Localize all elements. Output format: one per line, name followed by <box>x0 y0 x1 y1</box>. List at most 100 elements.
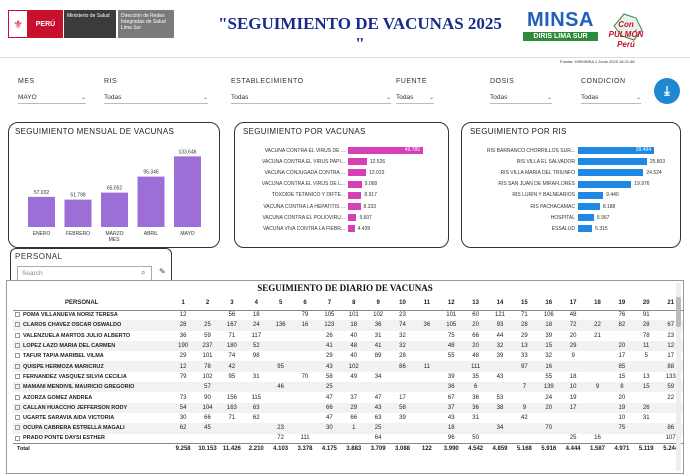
ris-bar[interactable] <box>578 180 632 188</box>
monthly-bar[interactable] <box>137 176 165 227</box>
personal-name-cell[interactable]: AZORZA GOMEZ ANDREA <box>13 392 171 402</box>
ris-bar[interactable] <box>578 158 647 166</box>
monthly-bar[interactable] <box>28 196 55 227</box>
personal-name-cell[interactable]: CALLAN HUACCHO JEFFERSON RODY <box>13 402 171 413</box>
expand-icon[interactable] <box>15 322 20 328</box>
expand-icon[interactable] <box>15 363 20 369</box>
ris-bar[interactable] <box>578 225 593 233</box>
expand-icon[interactable] <box>15 394 20 400</box>
ris-label: RIS PACHACAMAC <box>530 203 575 210</box>
expand-icon[interactable] <box>15 435 20 441</box>
expand-icon[interactable] <box>15 425 20 431</box>
expand-icon[interactable] <box>15 332 20 338</box>
vacunas-bar[interactable]: 49.785 <box>348 147 423 155</box>
vacunas-row[interactable]: VACUNA CONJUGADA CONTRA ... 12.023 <box>243 167 448 178</box>
vacunas-row[interactable]: VACUNA CONTRA EL VIRUS DE L... 9.068 <box>243 179 448 190</box>
column-header-day[interactable]: 11 <box>414 296 440 311</box>
column-header-day[interactable]: 14 <box>487 296 513 311</box>
ris-row[interactable]: ESSALUD 5.315 <box>466 223 680 234</box>
ris-row[interactable]: RIS VILLA EL SALVADOR 25.803 <box>466 156 680 167</box>
column-header-day[interactable]: 18 <box>585 296 610 311</box>
vacunas-row[interactable]: VACUNA CONTRA EL VIRUS PAPI... 12.526 <box>243 156 448 167</box>
filter-select-5[interactable]: Todas ⌄ <box>581 91 641 104</box>
column-header-day[interactable]: 7 <box>317 296 342 311</box>
expand-icon[interactable] <box>15 343 20 349</box>
vacunas-row[interactable]: TOXOIDE TETANICO Y DIFTÉ... 8.917 <box>243 190 448 201</box>
ris-row[interactable]: RIS PACHACAMAC 8.188 <box>466 201 680 212</box>
ris-bar[interactable] <box>578 169 644 177</box>
column-header-day[interactable]: 5 <box>268 296 293 311</box>
ris-bar[interactable]: 28.494 <box>578 147 654 155</box>
personal-name-cell[interactable]: OCUPA CABRERA ESTRELLA MAGALI <box>13 423 171 434</box>
expand-icon[interactable] <box>15 373 20 379</box>
column-header-day[interactable]: 19 <box>609 296 635 311</box>
ris-bar[interactable] <box>578 214 594 222</box>
column-header-day[interactable]: 1 <box>170 296 196 311</box>
filter-select-0[interactable]: MAYO ⌄ <box>18 91 86 104</box>
vacunas-row[interactable]: VACUNA CONTRA LA HEPATITIS ... 8.333 <box>243 201 448 212</box>
column-header-day[interactable]: 17 <box>560 296 586 311</box>
table-scrollbar[interactable] <box>676 283 681 471</box>
column-header-day[interactable]: 9 <box>365 296 391 311</box>
expand-icon[interactable] <box>15 384 20 390</box>
personal-name-cell[interactable]: QUISPE HERMOZA MARICRUZ <box>13 361 171 372</box>
column-header-day[interactable]: 6 <box>292 296 318 311</box>
personal-name-cell[interactable]: MAMANI MENDIVIL MAURICIO GREGORIO <box>13 382 171 393</box>
vacunas-bar[interactable] <box>348 158 367 166</box>
column-header-day[interactable]: 8 <box>341 296 366 311</box>
personal-search-input[interactable]: Search <box>17 266 152 281</box>
column-header-day[interactable]: 2 <box>195 296 220 311</box>
expand-icon[interactable] <box>15 404 20 410</box>
personal-name-cell[interactable]: TAFUR TAPIA MARIBEL VILMA <box>13 351 171 361</box>
column-header-day[interactable]: 20 <box>634 296 659 311</box>
eraser-icon[interactable]: ✎ <box>159 267 166 276</box>
ris-row[interactable]: RIS VILLA MARIA DEL TRIUNFO 24.524 <box>466 167 680 178</box>
column-header-day[interactable]: 16 <box>536 296 561 311</box>
day-value-cell: 105 <box>324 312 335 319</box>
vacunas-bar[interactable] <box>348 191 362 199</box>
column-header-day[interactable]: 4 <box>244 296 269 311</box>
column-header-personal[interactable]: PERSONAL <box>13 296 171 311</box>
ris-bar[interactable] <box>578 203 600 211</box>
personal-name-cell[interactable]: VALENZUELA MARTOS JULIO ALBERTO <box>13 331 171 341</box>
download-button[interactable]: ⤓ <box>654 78 680 104</box>
vacunas-bar[interactable] <box>348 169 367 177</box>
column-header-day[interactable]: 13 <box>463 296 488 311</box>
vacunas-bar[interactable] <box>348 214 357 222</box>
column-header-day[interactable]: 12 <box>439 296 464 311</box>
vacunas-row[interactable]: VACUNA CONTRA EL POLIOVIRU... 5.607 <box>243 212 448 223</box>
scrollbar-thumb[interactable] <box>676 297 681 327</box>
monthly-bar[interactable] <box>101 192 128 227</box>
personal-name-cell[interactable]: CLAROS CHAVEZ OSCAR OSWALDO <box>13 320 171 331</box>
filter-select-1[interactable]: Todas ⌄ <box>104 91 208 104</box>
vacunas-bar[interactable] <box>348 180 362 188</box>
monthly-bar[interactable] <box>64 199 92 227</box>
personal-name-cell[interactable]: UGARTE SARAVIA AIDA VICTORIA <box>13 413 171 423</box>
personal-name-cell[interactable]: PRADO PONTE DAYSI ESTHER <box>13 434 171 444</box>
expand-icon[interactable] <box>15 415 20 421</box>
vacunas-row[interactable]: VACUNA CONTRA EL VIRUS DE ... 49.785 <box>243 145 448 156</box>
column-header-day[interactable]: 3 <box>219 296 245 311</box>
personal-name-cell[interactable]: FERNANDEZ VASQUEZ SILVIA CECILIA <box>13 372 171 382</box>
ris-row[interactable]: RIS BARRANCO CHORRILLOS SUR... 28.494 <box>466 145 680 156</box>
day-value-cell: 15 <box>634 382 659 393</box>
column-header-day[interactable]: 15 <box>512 296 537 311</box>
monthly-bar[interactable] <box>174 156 201 227</box>
vacunas-row[interactable]: VACUNA VIVA CONTRA LA FIEBR... 4.439 <box>243 223 448 234</box>
filter-select-4[interactable]: Todas ⌄ <box>490 91 552 104</box>
filter-select-3[interactable]: Todas ⌄ <box>396 91 434 104</box>
ris-row[interactable]: HOSPITAL 5.967 <box>466 212 680 223</box>
ris-row[interactable]: RIS SAN JUAN DE MIRAFLORES 19.976 <box>466 179 680 190</box>
vacunas-bar[interactable] <box>348 203 361 211</box>
filter-select-2[interactable]: Todas ⌄ <box>231 91 391 104</box>
ris-bar[interactable] <box>578 191 604 199</box>
personal-name-cell[interactable]: LOPEZ LAZO MARIA DEL CARMEN <box>13 340 171 352</box>
day-value-cell: 34 <box>487 423 513 434</box>
expand-icon[interactable] <box>15 353 20 359</box>
monthly-category-label: ABRIL <box>144 231 159 237</box>
personal-name-cell[interactable]: POMA VILLANUEVA NORIZ TERESA <box>13 310 171 320</box>
expand-icon[interactable] <box>15 312 20 318</box>
ris-row[interactable]: RIS LURIN Y BALNEARIOS 9.440 <box>466 190 680 201</box>
column-header-day[interactable]: 10 <box>390 296 415 311</box>
vacunas-bar[interactable] <box>348 225 355 233</box>
